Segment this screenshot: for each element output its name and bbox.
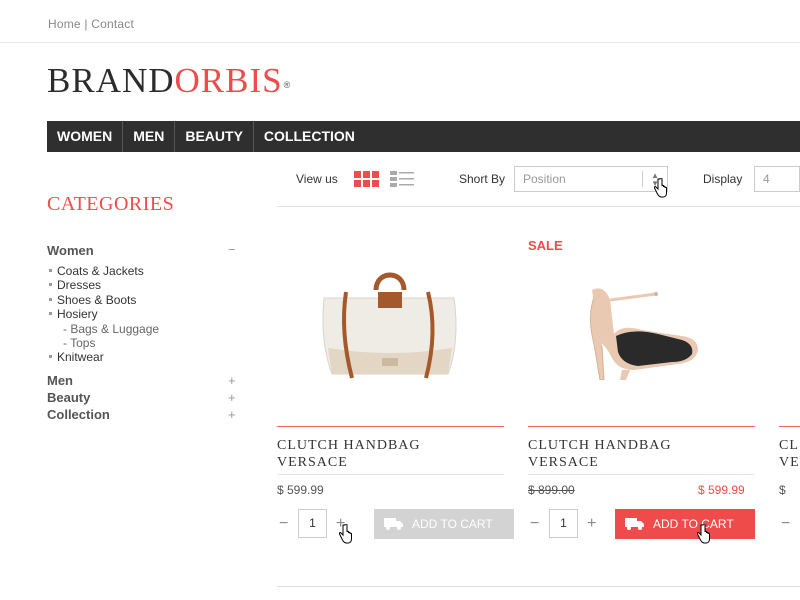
product-name-line1: CLUTCH HANDBAG (277, 438, 421, 453)
hand-cursor-icon (654, 178, 667, 198)
product-price-partial: $ (779, 483, 786, 497)
hand-cursor-icon (697, 524, 710, 544)
add-to-cart-label: ADD TO CART (412, 517, 493, 531)
home-link[interactable]: Home (48, 17, 81, 31)
top-links-separator: | (84, 17, 88, 31)
truck-icon (384, 518, 403, 530)
top-links: Home | Contact (48, 17, 134, 31)
subcategory-coats-jackets[interactable]: Coats & Jackets (49, 264, 144, 278)
qty-plus-button[interactable]: + (587, 516, 596, 532)
product-name-line1: CL (779, 438, 799, 453)
expand-men-icon[interactable]: + (228, 373, 236, 388)
contact-link[interactable]: Contact (91, 17, 134, 31)
display-label: Display (703, 172, 743, 186)
category-collection[interactable]: Collection (47, 407, 110, 422)
nav-item-beauty[interactable]: BEAUTY (175, 121, 254, 152)
collapse-women-icon[interactable]: − (228, 242, 236, 257)
product-name[interactable]: CLUTCH HANDBAG VERSACE (528, 437, 672, 471)
qty-input[interactable]: 1 (549, 509, 578, 538)
brand-logo[interactable]: BRANDORBIS® (47, 61, 291, 101)
sort-select[interactable]: Position ▲ ▼ (514, 166, 668, 192)
category-men[interactable]: Men (47, 373, 73, 388)
product-name-line2: VERSACE (528, 455, 599, 470)
expand-collection-icon[interactable]: + (228, 407, 236, 422)
add-to-cart-button[interactable]: ADD TO CART (615, 509, 755, 539)
select-divider (642, 171, 643, 187)
qty-input[interactable]: 1 (298, 509, 327, 538)
subcategory-bags-luggage[interactable]: - Bags & Luggage (63, 322, 159, 336)
product-name-line2: VERSACE (277, 455, 348, 470)
qty-minus-button[interactable]: − (279, 516, 288, 532)
bullet-icon (49, 283, 52, 287)
bullet-icon (49, 298, 52, 302)
nav-item-collection[interactable]: COLLECTION (254, 121, 365, 152)
subcategory-hosiery[interactable]: Hosiery (49, 307, 98, 321)
product-name-line1: CLUTCH HANDBAG (528, 438, 672, 453)
old-price: $ 899.00 (528, 483, 575, 497)
handbag-image[interactable] (316, 262, 464, 386)
product-divider (779, 426, 800, 427)
main-nav: WOMEN MEN BEAUTY COLLECTION (47, 121, 800, 152)
product-divider (528, 426, 755, 427)
nav-item-women[interactable]: WOMEN (47, 121, 124, 152)
products-bottom-divider (277, 586, 800, 587)
logo-part-orbis: ORBIS (174, 61, 283, 100)
subcategory-label: Knitwear (57, 350, 104, 364)
add-to-cart-button[interactable]: ADD TO CART (374, 509, 514, 539)
shoe-image[interactable] (582, 284, 706, 380)
header-divider (0, 42, 800, 43)
subcategory-label: Hosiery (57, 307, 98, 321)
toolbar-divider (277, 206, 800, 207)
view-label: View us (296, 172, 338, 186)
subcategory-label: Shoes & Boots (57, 293, 137, 307)
category-beauty[interactable]: Beauty (47, 390, 90, 405)
bullet-icon (49, 269, 52, 273)
sale-badge: SALE (528, 238, 563, 253)
subcategory-knitwear[interactable]: Knitwear (49, 350, 104, 364)
product-divider (277, 474, 504, 475)
subcategory-label: Coats & Jackets (57, 264, 144, 278)
qty-minus-button[interactable]: − (530, 516, 539, 532)
product-name-partial[interactable]: CL VE (779, 437, 800, 471)
product-divider (277, 426, 504, 427)
grid-view-icon[interactable] (354, 170, 380, 188)
bullet-icon (49, 312, 52, 316)
subcategory-label: Dresses (57, 278, 102, 292)
categories-title: CATEGORIES (47, 193, 175, 215)
subcategory-shoes-boots[interactable]: Shoes & Boots (49, 293, 136, 307)
sort-label: Short By (459, 172, 506, 186)
category-women[interactable]: Women (47, 243, 94, 258)
qty-minus-button[interactable]: − (781, 516, 790, 532)
subcategory-dresses[interactable]: Dresses (49, 278, 101, 292)
expand-beauty-icon[interactable]: + (228, 390, 236, 405)
nav-item-men[interactable]: MEN (123, 121, 176, 152)
sale-price: $ 599.99 (698, 483, 745, 497)
display-select[interactable]: 4 (754, 166, 800, 192)
product-divider (528, 474, 755, 475)
sort-select-value: Position (523, 172, 566, 186)
product-name[interactable]: CLUTCH HANDBAG VERSACE (277, 437, 421, 471)
product-price: $ 599.99 (277, 483, 324, 497)
registered-mark: ® (283, 80, 292, 90)
add-to-cart-label: ADD TO CART (653, 517, 734, 531)
list-view-icon[interactable] (390, 170, 416, 188)
product-name-line2: VE (779, 455, 800, 470)
bullet-icon (49, 355, 52, 359)
logo-part-brand: BRAND (47, 61, 175, 100)
hand-cursor-icon (339, 524, 352, 544)
truck-icon (625, 518, 644, 530)
subcategory-tops[interactable]: - Tops (63, 336, 95, 350)
